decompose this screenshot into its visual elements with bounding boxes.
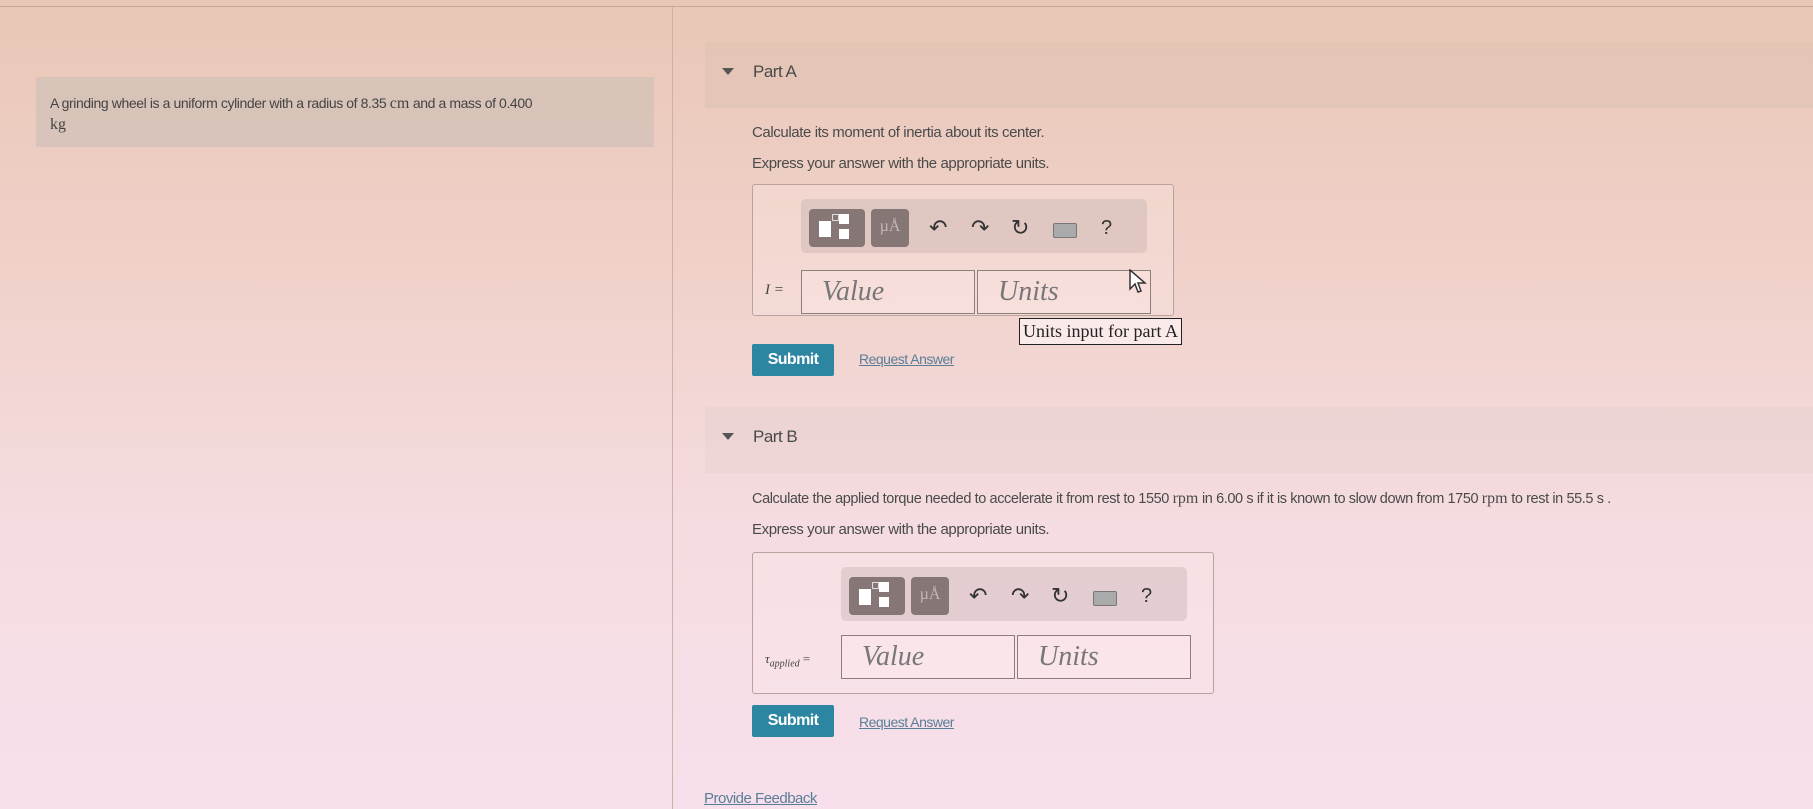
reset-icon[interactable]: ↻: [1011, 215, 1029, 241]
keyboard-icon[interactable]: [1093, 591, 1117, 606]
part-a-instruction: Express your answer with the appropriate…: [752, 155, 1050, 172]
part-b-math-toolbar: µÅ ↶ ↷ ↻ ?: [841, 567, 1187, 621]
collapse-caret-icon[interactable]: [722, 433, 734, 440]
part-b-question: Calculate the applied torque needed to a…: [752, 490, 1611, 508]
part-a-value-input[interactable]: Value: [801, 270, 975, 314]
part-b-value-input[interactable]: Value: [841, 635, 1015, 679]
part-b-header[interactable]: Part B: [705, 407, 1813, 473]
part-a-variable-label: I =: [765, 282, 784, 298]
templates-button[interactable]: [849, 577, 905, 615]
question-text: Calculate the applied torque needed to a…: [752, 491, 1173, 507]
units-tooltip: Units input for part A: [1019, 318, 1182, 345]
rpm-unit: rpm: [1481, 490, 1508, 507]
question-text: to rest in 55.5 s .: [1507, 491, 1611, 507]
variable-subscript: applied: [769, 658, 800, 670]
part-b-instruction: Express your answer with the appropriate…: [752, 521, 1050, 538]
part-a-question: Calculate its moment of inertia about it…: [752, 124, 1045, 141]
part-a-request-answer-link[interactable]: Request Answer: [859, 351, 954, 367]
part-b-title: Part B: [753, 427, 798, 446]
undo-icon[interactable]: ↶: [929, 215, 947, 241]
radius-unit: cm: [389, 95, 410, 112]
part-a-header[interactable]: Part A: [705, 42, 1813, 108]
units-button[interactable]: µÅ: [911, 577, 949, 615]
part-a-math-toolbar: µÅ ↶ ↷ ↻ ?: [801, 199, 1147, 253]
rpm-unit: rpm: [1172, 490, 1199, 507]
part-a-answer-box: µÅ ↶ ↷ ↻ ? I = Value Units: [752, 184, 1174, 316]
redo-icon[interactable]: ↷: [971, 215, 989, 241]
intro-mid: and a mass of 0.400: [409, 95, 533, 111]
equals-sign: =: [799, 651, 811, 666]
provide-feedback-link[interactable]: Provide Feedback: [704, 790, 817, 807]
problem-statement: A grinding wheel is a uniform cylinder w…: [36, 77, 654, 147]
part-a-submit-button[interactable]: Submit: [752, 344, 834, 376]
undo-icon[interactable]: ↶: [969, 583, 987, 609]
part-b-answer-box: µÅ ↶ ↷ ↻ ? τapplied = Value Units: [752, 552, 1214, 694]
part-a-units-input[interactable]: Units: [977, 270, 1151, 314]
collapse-caret-icon[interactable]: [722, 68, 734, 75]
part-b-request-answer-link[interactable]: Request Answer: [859, 714, 954, 730]
redo-icon[interactable]: ↷: [1011, 583, 1029, 609]
intro-text: A grinding wheel is a uniform cylinder w…: [50, 95, 390, 111]
part-b-submit-button[interactable]: Submit: [752, 705, 834, 737]
units-button[interactable]: µÅ: [871, 209, 909, 247]
part-b-variable-label: τapplied =: [765, 651, 810, 670]
part-b-units-input[interactable]: Units: [1017, 635, 1191, 679]
mass-unit: kg: [50, 116, 66, 133]
top-border: [0, 6, 1813, 7]
column-divider: [672, 7, 673, 809]
keyboard-icon[interactable]: [1053, 223, 1077, 238]
help-icon[interactable]: ?: [1141, 583, 1152, 609]
templates-button[interactable]: [809, 209, 865, 247]
question-text: in 6.00 s if it is known to slow down fr…: [1198, 491, 1482, 507]
part-a-title: Part A: [753, 62, 797, 81]
mouse-cursor-icon: [1129, 269, 1147, 293]
reset-icon[interactable]: ↻: [1051, 583, 1069, 609]
help-icon[interactable]: ?: [1101, 215, 1112, 241]
